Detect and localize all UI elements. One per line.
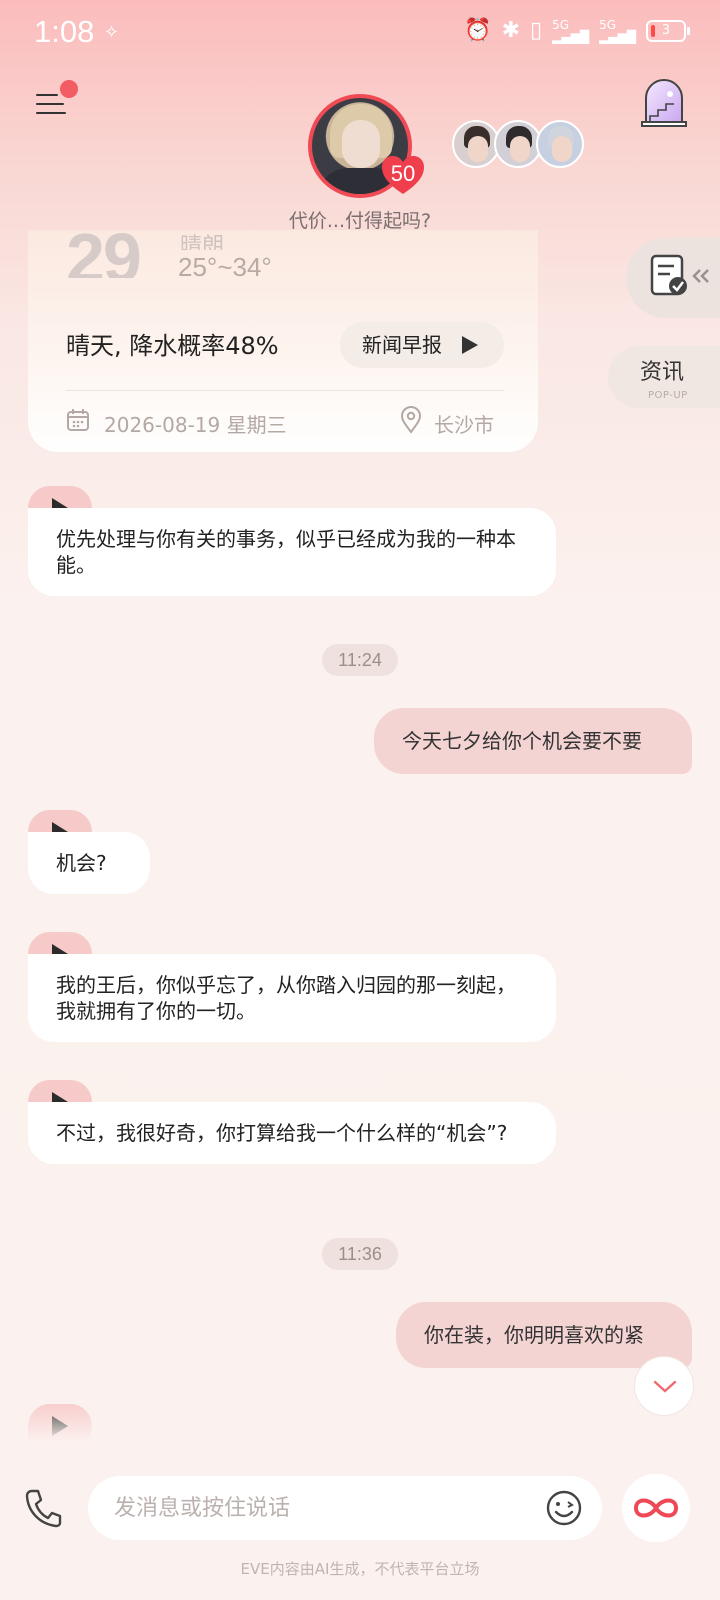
scroll-to-bottom-button[interactable] xyxy=(634,1356,694,1416)
city-text: 长沙市 xyxy=(434,413,494,437)
message-bubble-left: 机会? xyxy=(28,832,150,894)
emoji-icon[interactable] xyxy=(546,1490,582,1526)
message-bubble-left: 优先处理与你有关的事务，似乎已经成为我的一种本能。 xyxy=(28,508,556,596)
menu-icon xyxy=(36,94,58,96)
avatar[interactable] xyxy=(452,120,500,168)
location-pin-icon xyxy=(400,406,422,434)
vibrate-icon: ▯ xyxy=(530,18,543,43)
phone-call-icon[interactable] xyxy=(24,1488,62,1528)
timestamp: 11:36 xyxy=(322,1238,398,1270)
avatar[interactable] xyxy=(494,120,542,168)
message-input-container xyxy=(88,1476,602,1540)
news-tab-label: 资讯 xyxy=(640,360,685,385)
menu-icon-line xyxy=(36,112,66,114)
bluetooth-icon: ✱ xyxy=(501,18,521,43)
group-avatars[interactable] xyxy=(452,120,592,168)
weather-card: 29 晴朗 25°~34° 晴天, 降水概率48% 新闻早报 2026-08-1… xyxy=(28,219,538,452)
character-avatar-wrap[interactable]: 50 xyxy=(308,94,424,198)
ai-disclaimer: EVE内容由AI生成，不代表平台立场 xyxy=(240,1560,480,1578)
message-bubble-right: 你在装，你明明喜欢的紧 xyxy=(396,1302,692,1368)
message-bubble-right: 今天七夕给你个机会要不要 xyxy=(374,708,692,774)
world-gate-icon[interactable] xyxy=(640,76,688,128)
notification-dot xyxy=(60,80,78,98)
weather-summary: 晴天, 降水概率48% xyxy=(66,332,279,360)
news-briefing-label: 新闻早报 xyxy=(362,333,442,357)
play-icon xyxy=(462,336,478,354)
temperature: 29 xyxy=(66,219,140,278)
battery-icon: 3 xyxy=(646,19,690,42)
status-time: 1:08 xyxy=(34,14,95,49)
message-input[interactable] xyxy=(114,1476,514,1540)
date-text: 2026-08-19 星期三 xyxy=(104,413,287,437)
signal-icon: 5G ▂▄▆█ xyxy=(552,17,590,44)
chat-fade xyxy=(0,1400,720,1470)
status-bar: 1:08 ✧ ⏰ ✱ ▯ 5G ▂▄▆█ 5G ▂▄▆█ 3 xyxy=(0,0,720,68)
news-tab-sublabel: POP-UP xyxy=(648,390,688,401)
divider xyxy=(66,390,504,391)
date-location-row: 2026-08-19 星期三 长沙市 xyxy=(66,404,504,440)
news-briefing-button[interactable]: 新闻早报 xyxy=(340,322,504,368)
task-panel-tab[interactable] xyxy=(626,238,720,318)
calendar-icon xyxy=(67,409,89,431)
weather-condition: 晴朗 xyxy=(180,234,225,250)
message-bubble-left: 我的王后，你似乎忘了，从你踏入归园的那一刻起，我就拥有了你的一切。 xyxy=(28,954,556,1042)
affection-heart-icon xyxy=(382,156,424,194)
infinity-icon xyxy=(633,1498,679,1518)
chevron-down-icon xyxy=(653,1380,677,1393)
document-check-icon xyxy=(650,254,709,296)
magic-loop-button[interactable] xyxy=(622,1474,690,1542)
timestamp: 11:24 xyxy=(322,644,398,676)
avatar-face xyxy=(342,120,380,168)
status-icons: ⏰ ✱ ▯ 5G ▂▄▆█ 5G ▂▄▆█ 3 xyxy=(464,17,690,44)
message-bubble-left: 不过，我很好奇，你打算给我一个什么样的“机会”? xyxy=(28,1102,556,1164)
menu-button[interactable] xyxy=(36,80,78,120)
news-popup-tab[interactable]: 资讯 POP-UP xyxy=(608,346,720,408)
temperature-range: 25°~34° xyxy=(178,252,272,282)
status-indicator-icon: ✧ xyxy=(104,22,120,43)
avatar[interactable] xyxy=(536,120,584,168)
menu-icon-line xyxy=(36,103,64,105)
signal-icon-2: 5G ▂▄▆█ xyxy=(599,17,636,44)
alarm-icon: ⏰ xyxy=(464,18,492,43)
chat-screen: 1:08 ✧ ⏰ ✱ ▯ 5G ▂▄▆█ 5G ▂▄▆█ 3 50 代价...付… xyxy=(0,0,720,1600)
